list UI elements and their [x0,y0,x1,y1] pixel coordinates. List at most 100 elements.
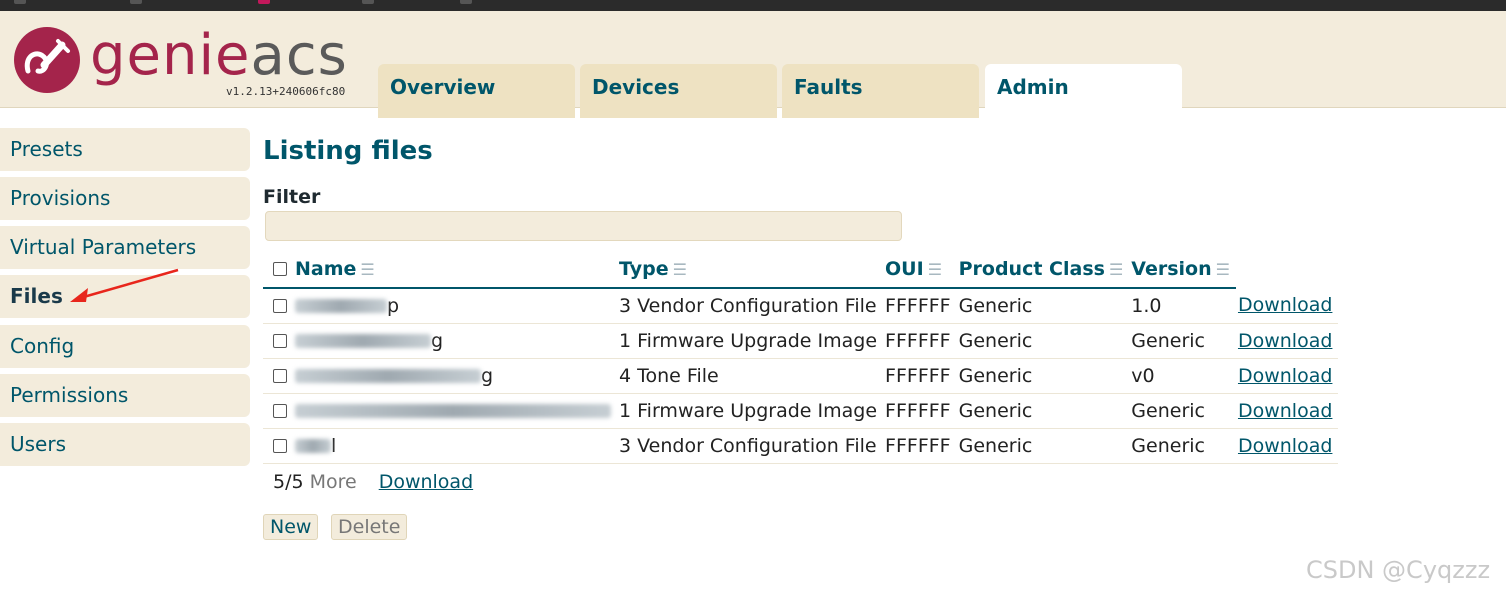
file-oui-cell: FFFFFF [883,358,957,394]
file-product-class-cell: Generic [956,428,1130,464]
column-header-name[interactable]: Name ☰ [293,250,617,289]
logo-wordmark: genieacs [90,21,348,91]
red-arrow-annotation-icon [70,268,179,302]
tab-faults[interactable]: Faults [782,64,979,118]
table-row: p 3 Vendor Configuration File FFFFFF Gen… [263,288,1339,324]
sidebar-item-virtual-parameters[interactable]: Virtual Parameters [0,226,250,269]
download-link[interactable]: Download [1238,435,1332,457]
file-name-tail: p [387,294,400,317]
new-button[interactable]: New [263,514,319,540]
file-oui-cell: FFFFFF [883,288,957,324]
filter-input[interactable] [265,211,902,241]
file-product-class-cell: Generic [956,393,1130,429]
file-version-cell: 1.0 [1129,288,1236,324]
tab-admin[interactable]: Admin [985,64,1182,119]
sidebar-item-presets[interactable]: Presets [0,128,250,171]
delete-button[interactable]: Delete [331,514,408,540]
download-all-link[interactable]: Download [379,471,473,493]
row-checkbox[interactable] [273,334,287,348]
download-link[interactable]: Download [1238,365,1332,387]
file-name-cell [293,393,617,429]
select-all-checkbox[interactable] [273,262,287,276]
download-link[interactable]: Download [1238,330,1332,352]
column-header-product-class[interactable]: Product Class ☰ [956,250,1130,289]
table-row: g 4 Tone File FFFFFF Generic v0 Download [263,358,1339,394]
file-name-cell: g [293,323,617,359]
sort-icon[interactable]: ☰ [673,260,687,279]
redacted-name [295,334,431,348]
table-row: g 1 Firmware Upgrade Image FFFFFF Generi… [263,323,1339,359]
column-product-class-label: Product Class [958,257,1105,280]
row-checkbox[interactable] [273,299,287,314]
row-select-cell [263,393,293,429]
download-link[interactable]: Download [1238,400,1332,422]
column-header-version[interactable]: Version ☰ [1129,250,1236,289]
row-select-cell [263,288,293,324]
file-name-tail: l [331,434,337,457]
column-type-label: Type [619,257,669,280]
file-name-cell: g [293,358,617,394]
column-header-type[interactable]: Type ☰ [617,250,884,289]
table-row: 1 Firmware Upgrade Image FFFFFF Generic … [263,393,1339,429]
download-link[interactable]: Download [1238,294,1332,316]
row-checkbox[interactable] [273,404,287,418]
row-select-cell [263,428,293,464]
download-cell: Download [1235,428,1339,464]
tab-overview[interactable]: Overview [378,64,575,118]
filter-label: Filter [263,186,321,208]
file-product-class-cell: Generic [956,288,1130,324]
file-name-cell: l [293,428,617,464]
page-title: Listing files [263,136,433,166]
row-select-cell [263,323,293,359]
redacted-name [295,299,387,314]
file-type-cell: 1 Firmware Upgrade Image [617,393,884,429]
files-table: Name ☰ Type ☰ OUI ☰ Product Class ☰ Version ☰… [263,250,1339,464]
row-checkbox[interactable] [273,369,287,383]
sort-icon[interactable]: ☰ [928,260,942,279]
file-type-cell: 3 Vendor Configuration File [617,288,884,324]
row-count: 5/5 [273,471,304,493]
download-cell: Download [1235,323,1339,359]
sidebar-item-permissions[interactable]: Permissions [0,374,250,417]
redacted-name [295,369,481,383]
download-cell: Download [1235,288,1339,324]
redacted-name [295,404,611,418]
version-label: v1.2.13+240606fc80 [226,85,346,98]
row-select-cell [263,358,293,394]
redacted-name [295,439,331,453]
file-product-class-cell: Generic [956,323,1130,359]
column-header-oui[interactable]: OUI ☰ [883,250,957,289]
file-type-cell: 4 Tone File [617,358,884,394]
file-type-cell: 3 Vendor Configuration File [617,428,884,464]
file-version-cell: Generic [1129,393,1236,429]
logo-genie-text: genie [90,23,251,88]
table-footer: 5/5 More Download [273,471,473,493]
sidebar-item-config[interactable]: Config [0,325,250,368]
sort-icon[interactable]: ☰ [1109,260,1123,279]
file-version-cell: Generic [1129,428,1236,464]
genie-lamp-icon [14,27,80,93]
file-type-cell: 1 Firmware Upgrade Image [617,323,884,359]
column-version-label: Version [1131,257,1212,280]
csdn-watermark: CSDN @Cyqzzz [1306,556,1491,584]
file-version-cell: Generic [1129,323,1236,359]
download-cell: Download [1235,358,1339,394]
file-oui-cell: FFFFFF [883,393,957,429]
app-header: genieacs v1.2.13+240606fc80 Overview Dev… [0,11,1506,119]
row-checkbox[interactable] [273,439,287,453]
column-name-label: Name [295,257,357,280]
sidebar-item-provisions[interactable]: Provisions [0,177,250,220]
more-button[interactable]: More [310,471,357,493]
sidebar-item-users[interactable]: Users [0,423,250,466]
column-header-actions [1236,250,1338,288]
genieacs-logo[interactable]: genieacs v1.2.13+240606fc80 [14,23,354,103]
file-oui-cell: FFFFFF [883,323,957,359]
file-name-tail: g [431,329,444,352]
logo-acs-text: acs [250,23,348,88]
sort-icon[interactable]: ☰ [1216,260,1230,279]
sort-icon[interactable]: ☰ [360,260,374,279]
header-select-all[interactable] [263,250,293,289]
browser-top-strip [0,0,1506,11]
tab-devices[interactable]: Devices [580,64,777,118]
file-oui-cell: FFFFFF [883,428,957,464]
